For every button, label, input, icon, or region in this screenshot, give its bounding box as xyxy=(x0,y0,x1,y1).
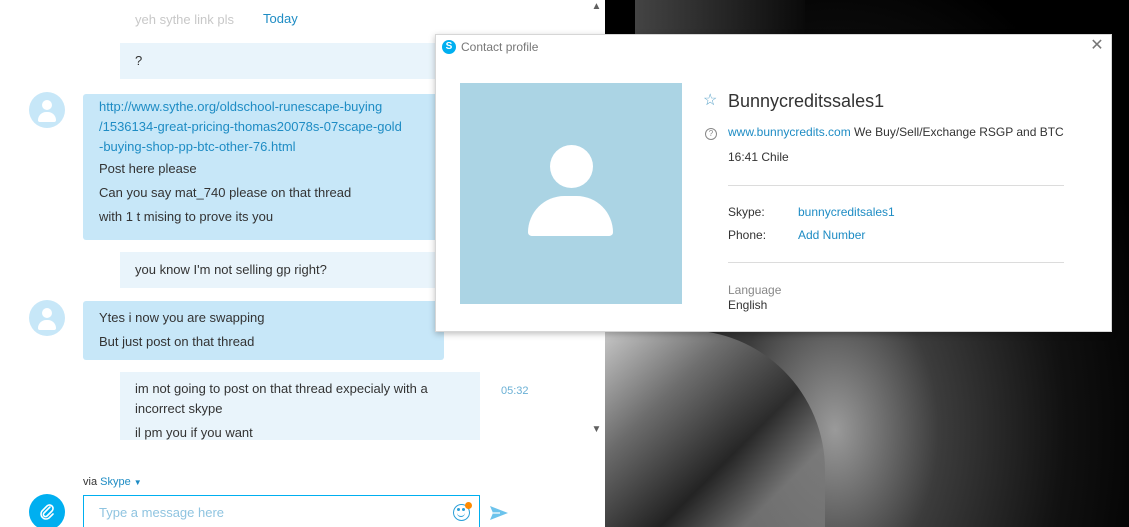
date-separator: Today xyxy=(263,11,298,26)
phone-label: Phone: xyxy=(728,228,767,242)
message-text: il pm you if you want xyxy=(135,425,253,440)
message-text: yeh sythe link pls xyxy=(135,12,234,27)
mood-message: www.bunnycredits.com We Buy/Sell/Exchang… xyxy=(728,125,1064,139)
message-bubble: im not going to post on that thread expe… xyxy=(120,372,480,440)
avatar[interactable] xyxy=(29,300,65,336)
via-label: via xyxy=(83,476,98,488)
paperclip-icon[interactable] xyxy=(29,494,65,527)
divider xyxy=(728,262,1064,263)
notification-dot xyxy=(465,502,472,509)
add-number-link[interactable]: Add Number xyxy=(798,228,865,242)
mood-info-icon: ? xyxy=(705,128,717,140)
avatar[interactable] xyxy=(29,92,65,128)
message-bubble: yeh sythe link pls xyxy=(120,0,590,36)
divider xyxy=(728,185,1064,186)
close-icon[interactable]: ✕ xyxy=(1090,38,1104,54)
message-text: ? xyxy=(135,53,143,68)
via-service[interactable]: Skype xyxy=(100,476,131,488)
message-text: But just post on that thread xyxy=(99,334,255,349)
contact-name: Bunnycreditssales1 xyxy=(728,91,885,111)
contact-profile-window: S Contact profile ✕ ☆ Bunnycreditssales1… xyxy=(435,34,1112,332)
scroll-down-arrow-icon[interactable]: ▼ xyxy=(588,423,605,437)
message-bubble: Ytes i now you are swapping But just pos… xyxy=(83,301,444,360)
message-input[interactable] xyxy=(83,495,480,527)
background-image-part xyxy=(635,0,805,35)
mood-text: We Buy/Sell/Exchange RSGP and BTC xyxy=(850,125,1064,139)
message-text: im not going to post on that thread expe… xyxy=(135,381,428,396)
message-time: 05:32 xyxy=(501,385,529,397)
skype-label: Skype: xyxy=(728,205,765,219)
skype-logo-icon: S xyxy=(442,40,456,54)
window-title: Contact profile xyxy=(461,40,539,54)
message-text: incorrect skype xyxy=(135,401,223,416)
favorite-star-icon[interactable]: ☆ xyxy=(703,90,717,110)
message-text: Ytes i now you are swapping xyxy=(99,310,265,325)
message-text: you know I'm not selling gp right? xyxy=(135,262,327,277)
via-selector[interactable]: via Skype ▼ xyxy=(83,476,142,488)
scroll-up-arrow-icon[interactable]: ▲ xyxy=(588,0,605,14)
language-value: English xyxy=(728,298,768,312)
profile-picture xyxy=(460,83,682,304)
background-image-part xyxy=(605,330,825,527)
chevron-down-icon[interactable]: ▼ xyxy=(134,478,142,487)
local-time: 16:41 Chile xyxy=(728,150,789,164)
send-icon[interactable] xyxy=(489,504,509,522)
mood-link[interactable]: www.bunnycredits.com xyxy=(728,125,851,139)
emoticon-icon[interactable] xyxy=(453,502,472,521)
language-label: Language xyxy=(728,283,782,297)
skype-name[interactable]: bunnycreditsales1 xyxy=(798,205,895,219)
